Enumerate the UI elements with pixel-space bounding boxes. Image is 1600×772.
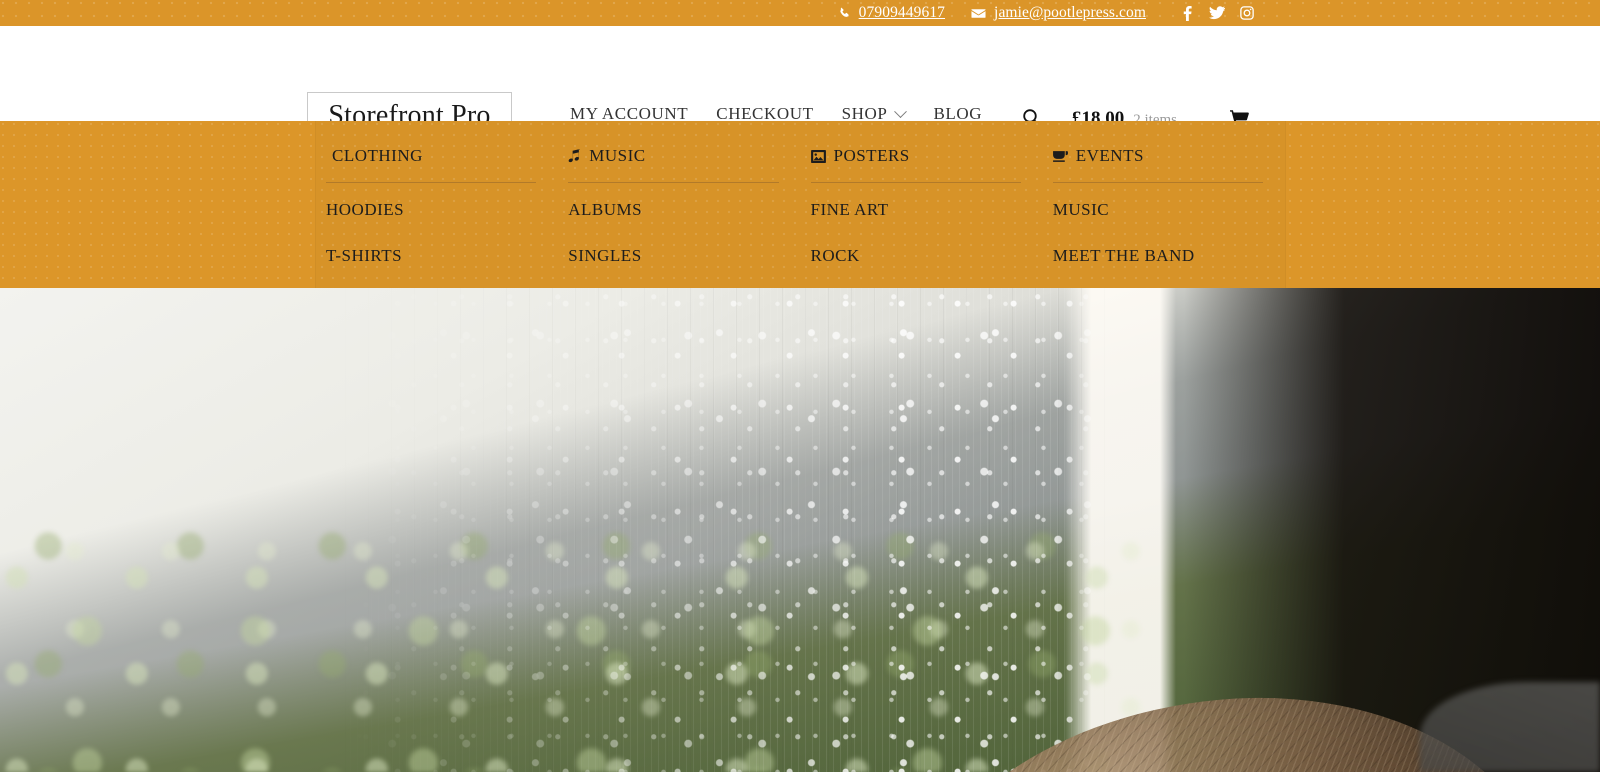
music-note-icon bbox=[568, 149, 581, 163]
list-item[interactable]: ROCK bbox=[811, 246, 1043, 266]
phone-number: 07909449617 bbox=[858, 4, 946, 21]
email-address: jamie@pootlepress.com bbox=[994, 4, 1146, 21]
mega-link-singles[interactable]: SINGLES bbox=[568, 246, 641, 265]
social-links bbox=[1172, 0, 1262, 26]
column-divider bbox=[326, 182, 537, 183]
mega-column-clothing: CLOTHING HOODIES T-SHIRTS bbox=[316, 121, 558, 288]
list-item[interactable]: MUSIC bbox=[1053, 200, 1285, 220]
mega-link-meet-the-band[interactable]: MEET THE BAND bbox=[1053, 246, 1195, 265]
mega-link-fine-art[interactable]: FINE ART bbox=[811, 200, 889, 219]
facebook-icon[interactable] bbox=[1172, 0, 1202, 26]
mega-heading-music[interactable]: MUSIC bbox=[558, 146, 800, 166]
top-contact-bar: 07909449617 jamie@pootlepress.com bbox=[0, 0, 1600, 26]
hero-banner-image bbox=[0, 288, 1600, 772]
envelope-icon bbox=[971, 6, 986, 21]
mega-link-music[interactable]: MUSIC bbox=[1053, 200, 1109, 219]
list-item[interactable]: MEET THE BAND bbox=[1053, 246, 1285, 266]
twitter-icon[interactable] bbox=[1202, 0, 1232, 26]
list-item[interactable]: ALBUMS bbox=[568, 200, 800, 220]
mega-heading-label: MUSIC bbox=[589, 146, 646, 165]
site-header: Storefront Pro MY ACCOUNT CHECKOUT SHOP … bbox=[0, 26, 1600, 140]
mega-link-albums[interactable]: ALBUMS bbox=[568, 200, 642, 219]
mega-link-t-shirts[interactable]: T-SHIRTS bbox=[326, 246, 402, 265]
mega-heading-label: CLOTHING bbox=[332, 146, 423, 165]
list-item[interactable]: SINGLES bbox=[568, 246, 800, 266]
chevron-down-icon bbox=[894, 104, 908, 118]
column-divider bbox=[1052, 182, 1263, 183]
top-bar-content: 07909449617 jamie@pootlepress.com bbox=[838, 0, 1262, 26]
phone-icon bbox=[838, 7, 851, 20]
phone-link[interactable]: 07909449617 bbox=[838, 4, 945, 22]
coffee-cup-icon bbox=[1052, 150, 1068, 163]
mega-sublist-posters: FINE ART ROCK bbox=[801, 200, 1043, 266]
mega-menu-container: CLOTHING HOODIES T-SHIRTS MUSIC ALBUMS S… bbox=[316, 121, 1285, 288]
mega-sublist-events: MUSIC MEET THE BAND bbox=[1043, 200, 1285, 266]
mega-heading-events[interactable]: EVENTS bbox=[1043, 146, 1285, 166]
mega-heading-posters[interactable]: POSTERS bbox=[801, 146, 1043, 166]
mega-sublist-music: ALBUMS SINGLES bbox=[558, 200, 800, 266]
list-item[interactable]: HOODIES bbox=[326, 200, 558, 220]
instagram-icon[interactable] bbox=[1232, 0, 1262, 26]
mega-column-music: MUSIC ALBUMS SINGLES bbox=[558, 121, 800, 288]
email-link[interactable]: jamie@pootlepress.com bbox=[971, 4, 1146, 22]
mega-heading-label: POSTERS bbox=[833, 146, 910, 165]
shop-mega-menu: CLOTHING HOODIES T-SHIRTS MUSIC ALBUMS S… bbox=[0, 121, 1600, 288]
mega-heading-label: EVENTS bbox=[1075, 146, 1144, 165]
mega-heading-clothing[interactable]: CLOTHING bbox=[316, 146, 558, 166]
column-divider bbox=[810, 182, 1021, 183]
image-icon bbox=[810, 149, 826, 163]
column-divider bbox=[568, 182, 779, 183]
mega-link-hoodies[interactable]: HOODIES bbox=[326, 200, 404, 219]
mega-link-rock[interactable]: ROCK bbox=[811, 246, 860, 265]
list-item[interactable]: FINE ART bbox=[811, 200, 1043, 220]
mega-column-events: EVENTS MUSIC MEET THE BAND bbox=[1043, 121, 1285, 288]
mega-sublist-clothing: HOODIES T-SHIRTS bbox=[316, 200, 558, 266]
hero-water-droplets bbox=[0, 288, 1600, 772]
mega-column-posters: POSTERS FINE ART ROCK bbox=[801, 121, 1043, 288]
list-item[interactable]: T-SHIRTS bbox=[326, 246, 558, 266]
